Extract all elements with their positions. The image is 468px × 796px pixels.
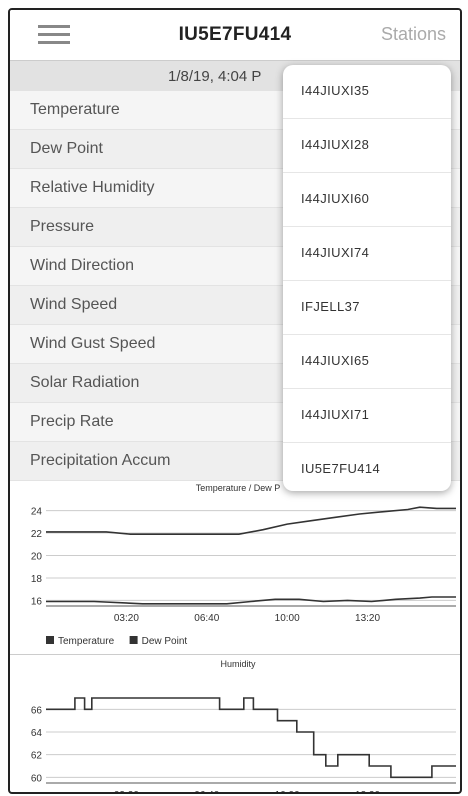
y-tick-label: 16 bbox=[31, 596, 43, 607]
measurement-label: Wind Gust Speed bbox=[30, 335, 156, 352]
station-option-label: I44JIUXI35 bbox=[301, 83, 370, 98]
y-tick-label: 64 bbox=[31, 728, 43, 739]
measurement-label: Wind Speed bbox=[30, 296, 118, 313]
measurement-label: Precip Rate bbox=[30, 413, 114, 430]
x-tick-label: 03:20 bbox=[114, 613, 139, 624]
x-tick-label: 06:40 bbox=[194, 613, 219, 624]
station-option[interactable]: IU5E7FU414 bbox=[283, 443, 451, 491]
legend-swatch bbox=[46, 636, 54, 644]
app-header: IU5E7FU414 Stations bbox=[10, 10, 460, 61]
measurement-label: Relative Humidity bbox=[30, 179, 155, 196]
humidity-chart: Humidity 60 62 64 66 03:20 06:40 10:00 13:20 bbox=[10, 654, 460, 793]
station-option[interactable]: I44JIUXI35 bbox=[283, 65, 451, 119]
y-tick-label: 66 bbox=[31, 705, 43, 716]
station-option[interactable]: IFJELL37 bbox=[283, 281, 451, 335]
station-option[interactable]: I44JIUXI60 bbox=[283, 173, 451, 227]
measurement-label: Pressure bbox=[30, 218, 95, 235]
station-option-label: IU5E7FU414 bbox=[301, 461, 381, 476]
y-tick-label: 60 bbox=[31, 773, 43, 784]
temperature-dewpoint-chart: Temperature / Dew P 16 18 20 22 24 03:20 06:40 1… bbox=[31, 483, 456, 647]
measurement-label: Temperature bbox=[30, 101, 120, 118]
station-option-label: IFJELL37 bbox=[301, 299, 360, 314]
measurement-label: Solar Radiation bbox=[30, 374, 140, 391]
measurement-label: Precipitation Accum bbox=[30, 452, 171, 469]
x-tick-label: 10:00 bbox=[275, 613, 300, 624]
x-tick-label: 13:20 bbox=[355, 790, 380, 793]
legend-label: Dew Point bbox=[142, 636, 188, 647]
x-tick-label: 13:20 bbox=[355, 613, 380, 624]
series-line-1 bbox=[46, 506, 456, 536]
x-tick-label: 06:40 bbox=[194, 790, 219, 793]
observation-time: 1/8/19, 4:04 P bbox=[168, 68, 262, 85]
station-option-label: I44JIUXI65 bbox=[301, 353, 370, 368]
chart-title: Humidity bbox=[220, 659, 256, 669]
y-tick-label: 62 bbox=[31, 751, 43, 762]
legend-swatch bbox=[129, 636, 138, 644]
app-frame: IU5E7FU414 Stations 1/8/19, 4:04 P Tempe… bbox=[8, 8, 462, 794]
x-tick-label: 03:20 bbox=[114, 790, 139, 793]
stations-button[interactable]: Stations bbox=[381, 24, 446, 45]
station-option[interactable]: I44JIUXI74 bbox=[283, 227, 451, 281]
station-option-label: I44JIUXI60 bbox=[301, 191, 370, 206]
y-tick-label: 20 bbox=[31, 552, 43, 563]
station-option[interactable]: I44JIUXI28 bbox=[283, 119, 451, 173]
stations-dropdown: I44JIUXI35 I44JIUXI28 I44JIUXI60 I44JIUX… bbox=[283, 65, 451, 491]
station-option-label: I44JIUXI28 bbox=[301, 137, 370, 152]
station-option-label: I44JIUXI74 bbox=[301, 245, 370, 260]
legend-label: Temperature bbox=[58, 636, 115, 647]
y-tick-label: 22 bbox=[31, 529, 43, 540]
station-option-label: I44JIUXI71 bbox=[301, 407, 370, 422]
chart-title: Temperature / Dew P bbox=[196, 483, 281, 493]
station-option[interactable]: I44JIUXI71 bbox=[283, 389, 451, 443]
measurement-label: Wind Direction bbox=[30, 257, 135, 274]
x-tick-label: 10:00 bbox=[275, 790, 300, 793]
y-tick-label: 18 bbox=[31, 574, 43, 585]
measurement-label: Dew Point bbox=[30, 140, 103, 157]
y-tick-label: 24 bbox=[31, 507, 43, 518]
station-option[interactable]: I44JIUXI65 bbox=[283, 335, 451, 389]
series-line-1 bbox=[46, 697, 456, 779]
